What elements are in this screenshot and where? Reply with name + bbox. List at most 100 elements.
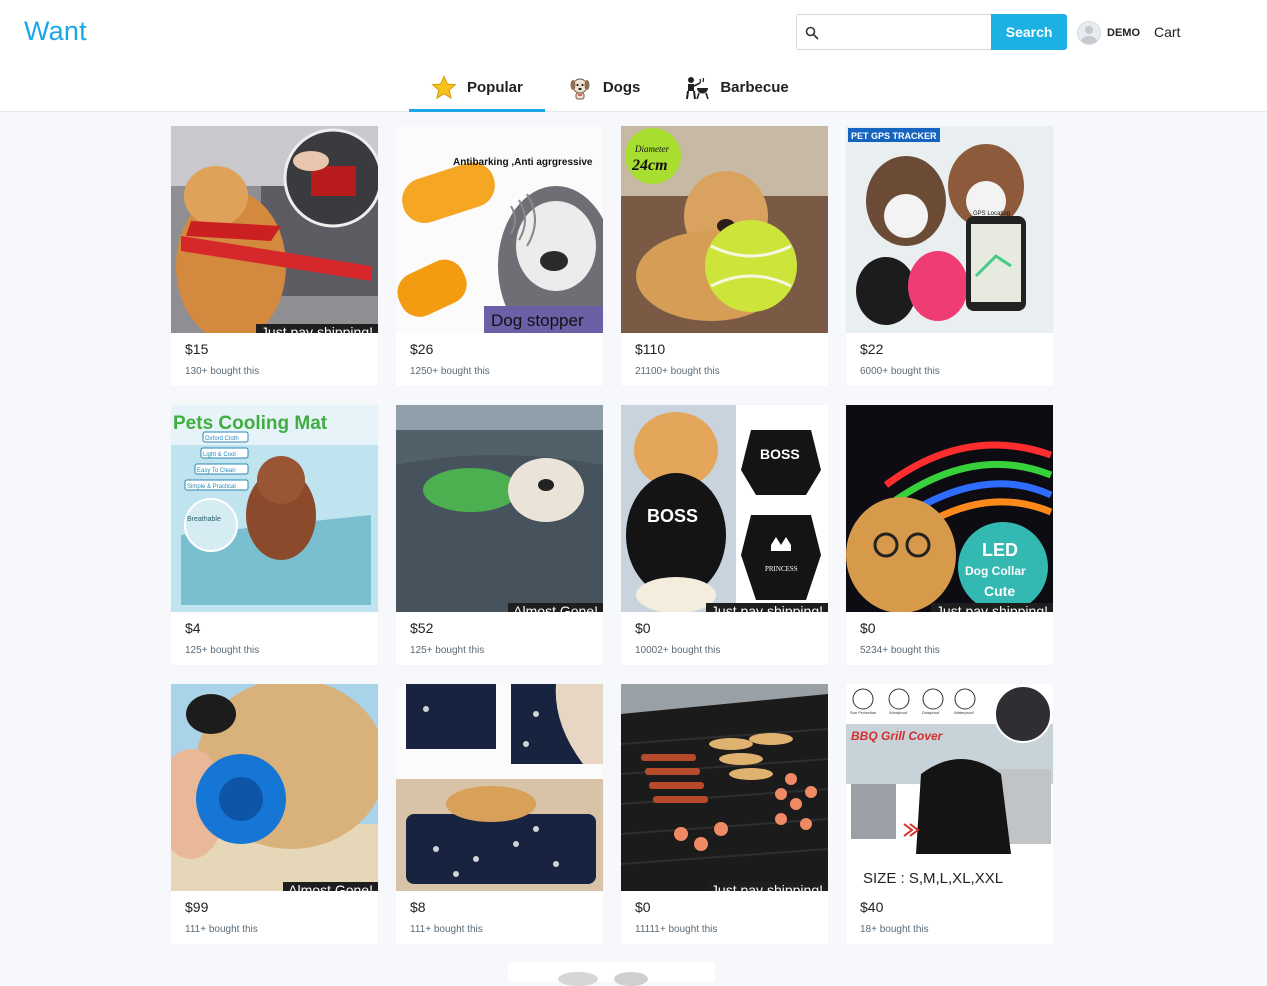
overlay-text: BOSS (647, 506, 698, 526)
product-sold-count: 125+ bought this (185, 645, 260, 656)
product-card[interactable]: Sun Protection Windproof Dustproof Water… (846, 684, 1053, 944)
product-image: Sun Protection Windproof Dustproof Water… (846, 684, 1053, 891)
product-image: Almost Gone! (171, 684, 378, 891)
cart-link[interactable]: Cart (1154, 24, 1180, 40)
tab-dogs[interactable]: Dogs (545, 66, 663, 112)
product-image: Just pay shipping! (621, 684, 828, 891)
product-card[interactable]: PET GPS TRACKER GPS Locating $22 6000+ b… (846, 126, 1053, 386)
product-banner: Just pay shipping! (705, 882, 828, 891)
logo[interactable]: Want (24, 16, 87, 47)
product-card[interactable]: Pets Cooling Mat Oxford Cloth Light & Co… (171, 405, 378, 665)
product-card[interactable]: Diameter 24cm $110 21100+ bought this (621, 126, 828, 386)
product-image: Just pay shipping! (171, 126, 378, 333)
product-sold-count: 18+ bought this (860, 924, 929, 935)
product-banner: Almost Gone! (283, 882, 378, 891)
star-icon (431, 74, 457, 99)
overlay-text: Oxford Cloth (205, 436, 239, 442)
product-price: $4 (185, 620, 201, 636)
overlay-text: Breathable (187, 516, 221, 523)
product-banner: Just pay shipping! (705, 603, 828, 612)
search-bar: Search (796, 14, 1067, 51)
product-image: BOSS BOSS PRINCESS Just pay shipping! (621, 405, 828, 612)
tab-barbecue[interactable]: Barbecue (662, 66, 810, 112)
product-card[interactable]: Almost Gone! $99 111+ bought this (171, 684, 378, 944)
product-price: $0 (635, 899, 651, 915)
product-sold-count: 6000+ bought this (860, 366, 940, 377)
avatar[interactable] (1077, 21, 1101, 45)
overlay-text: PET GPS TRACKER (851, 131, 937, 141)
product-price: $22 (860, 341, 884, 357)
product-sold-count: 130+ bought this (185, 366, 260, 377)
product-price: $99 (185, 899, 209, 915)
product-price: $0 (635, 620, 651, 636)
product-card[interactable]: $8 111+ bought this (396, 684, 603, 944)
overlay-text: Dustproof (922, 710, 940, 715)
product-image: Pets Cooling Mat Oxford Cloth Light & Co… (171, 405, 378, 612)
overlay-text: LED (982, 540, 1018, 560)
user-name[interactable]: DEMO (1107, 27, 1140, 39)
overlay-text: Light & Cool (203, 452, 236, 458)
search-button[interactable]: Search (991, 14, 1067, 50)
overlay-text: SIZE : S,M,L,XL,XXL (863, 870, 1003, 887)
tab-label: Dogs (602, 79, 641, 96)
product-price: $15 (185, 341, 209, 357)
product-price: $40 (860, 899, 884, 915)
product-price: $52 (410, 620, 434, 636)
product-card[interactable]: BOSS BOSS PRINCESS Just pay shipping! $0… (621, 405, 828, 665)
product-price: $0 (860, 620, 876, 636)
product-sold-count: 125+ bought this (410, 645, 485, 656)
product-banner: Just pay shipping! (255, 324, 378, 333)
product-sold-count: 11111+ bought this (635, 924, 718, 935)
tab-popular[interactable]: Popular (409, 66, 545, 112)
product-sold-count: 111+ bought this (185, 924, 258, 935)
search-input[interactable] (823, 15, 987, 51)
product-image: PET GPS TRACKER GPS Locating (846, 126, 1053, 333)
header: Want Search DEMO Cart Popular Dogs Barbe… (0, 0, 1267, 112)
product-card[interactable]: Almost Gone! $52 125+ bought this (396, 405, 603, 665)
product-image: Diameter 24cm (621, 126, 828, 333)
product-image: Dog stopper Antibarking ,Anti agrgressiv… (396, 126, 603, 333)
category-tabs: Popular Dogs Barbecue (409, 66, 811, 112)
overlay-text: Antibarking ,Anti agrgressive (453, 157, 593, 168)
overlay-text: Waterproof (954, 710, 975, 715)
product-sold-count: 5234+ bought this (860, 645, 940, 656)
product-grid: Just pay shipping! $15 130+ bought this … (171, 126, 1053, 944)
product-sold-count: 111+ bought this (410, 924, 483, 935)
product-card[interactable]: Dog stopper Antibarking ,Anti agrgressiv… (396, 126, 603, 386)
product-banner: Just pay shipping! (930, 603, 1053, 612)
overlay-text: BOSS (760, 446, 800, 462)
product-image (396, 684, 603, 891)
product-card[interactable]: Just pay shipping! $15 130+ bought this (171, 126, 378, 386)
product-sold-count: 10002+ bought this (635, 645, 721, 656)
overlay-text: Pets Cooling Mat (173, 413, 328, 434)
product-card[interactable]: LED Dog Collar Cute Just pay shipping! $… (846, 405, 1053, 665)
overlay-text: PRINCESS (765, 565, 798, 573)
search-box[interactable] (796, 14, 992, 51)
product-sold-count: 1250+ bought this (410, 366, 490, 377)
overlay-text: Sun Protection (850, 710, 876, 715)
product-image: Almost Gone! (396, 405, 603, 612)
user-menu[interactable]: DEMO (1077, 21, 1140, 45)
overlay-text: Simple & Practical (187, 484, 236, 490)
tab-label: Popular (467, 79, 523, 96)
overlay-text: GPS Locating (973, 211, 1010, 217)
product-image: LED Dog Collar Cute Just pay shipping! (846, 405, 1053, 612)
overlay-text: 24cm (631, 157, 668, 174)
overlay-text: Diameter (634, 144, 669, 154)
product-sold-count: 21100+ bought this (635, 366, 720, 377)
overlay-text: Windproof (889, 710, 908, 715)
overlay-text: Dog stopper (491, 311, 584, 330)
product-card-partial[interactable] (508, 962, 715, 986)
product-price: $26 (410, 341, 434, 357)
overlay-text: Easy To Clean (197, 468, 236, 474)
barbecue-icon (686, 76, 710, 99)
product-card[interactable]: Just pay shipping! $0 11111+ bought this (621, 684, 828, 944)
search-icon (805, 26, 819, 40)
tab-label: Barbecue (720, 79, 789, 96)
overlay-text: Cute (984, 583, 1015, 599)
product-price: $110 (635, 341, 666, 357)
overlay-text: Dog Collar (965, 564, 1026, 578)
product-price: $8 (410, 899, 426, 915)
product-banner: Almost Gone! (508, 603, 603, 612)
dog-icon (570, 78, 590, 99)
